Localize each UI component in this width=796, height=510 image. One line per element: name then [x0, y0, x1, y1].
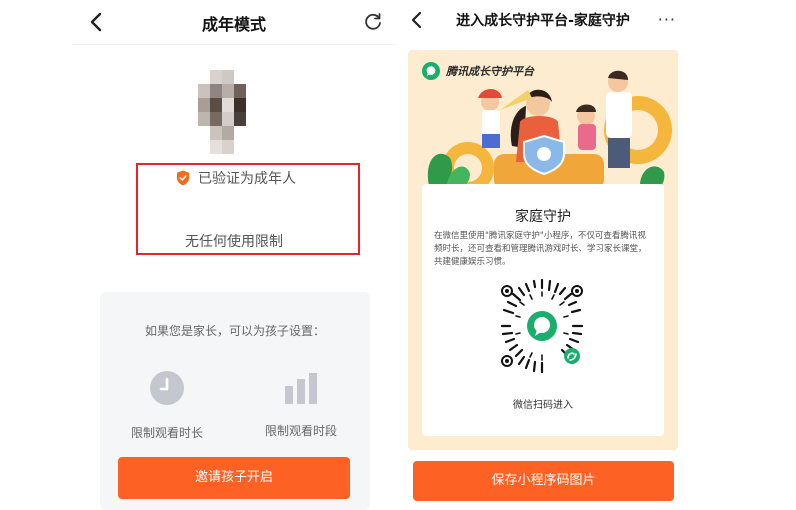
limit-duration-option[interactable]: 限制观看时长: [112, 370, 222, 441]
nav-divider: [72, 44, 396, 45]
nav-bar: 成年模式: [72, 0, 396, 44]
verified-label: 已验证为成年人: [198, 171, 296, 187]
refresh-icon[interactable]: [362, 11, 384, 33]
save-qr-image-button[interactable]: 保存小程序码图片: [413, 461, 674, 501]
bar-chart-icon: [285, 373, 317, 404]
no-limit-label: 无任何使用限制: [185, 234, 283, 250]
brand-header: 腾讯成长守护平台: [422, 62, 534, 80]
scan-instruction: 微信扫码进入: [513, 400, 573, 411]
family-guard-screen: 进入成长守护平台-家庭守护 ··· 腾讯成长守护平台 家庭守护 在微信里使用"腾…: [398, 0, 688, 510]
card-title: 家庭守护: [515, 209, 571, 225]
brand-name: 腾讯成长守护平台: [446, 65, 534, 78]
invite-child-button[interactable]: 邀请孩子开启: [118, 457, 350, 499]
family-guard-card: 家庭守护 在微信里使用"腾讯家庭守护"小程序，不仅可查看腾讯视频时长，还可查看和…: [422, 184, 664, 436]
clock-icon: [150, 371, 184, 405]
nav-bar: 进入成长守护平台-家庭守护 ···: [398, 0, 688, 40]
limit-period-option[interactable]: 限制观看时段: [246, 370, 356, 439]
more-menu-icon[interactable]: ···: [658, 10, 676, 29]
page-title: 成年模式: [201, 15, 266, 34]
avatar: [198, 70, 258, 162]
mini-program-qr-code[interactable]: [494, 278, 590, 374]
mini-program-panel: 腾讯成长守护平台 家庭守护 在微信里使用"腾讯家庭守护"小程序，不仅可查看腾讯视…: [408, 50, 678, 450]
parent-hint: 如果您是家长，可以为孩子设置：: [144, 324, 325, 338]
limit-duration-label: 限制观看时长: [130, 426, 203, 440]
chat-bubble-logo-icon: [422, 62, 440, 80]
card-description: 在微信里使用"腾讯家庭守护"小程序，不仅可查看腾讯视频时长，还可查看和管理腾讯游…: [434, 231, 647, 267]
adult-mode-screen: 成年模式 已验证为成年人 无任何使用限制 如果您是家长，可以为孩子设置： 限制观…: [72, 0, 396, 510]
limit-period-label: 限制观看时段: [264, 424, 337, 438]
verified-status: 已验证为成年人: [176, 168, 296, 188]
shield-check-icon: [177, 170, 189, 186]
page-title: 进入成长守护平台-家庭守护: [456, 13, 630, 29]
